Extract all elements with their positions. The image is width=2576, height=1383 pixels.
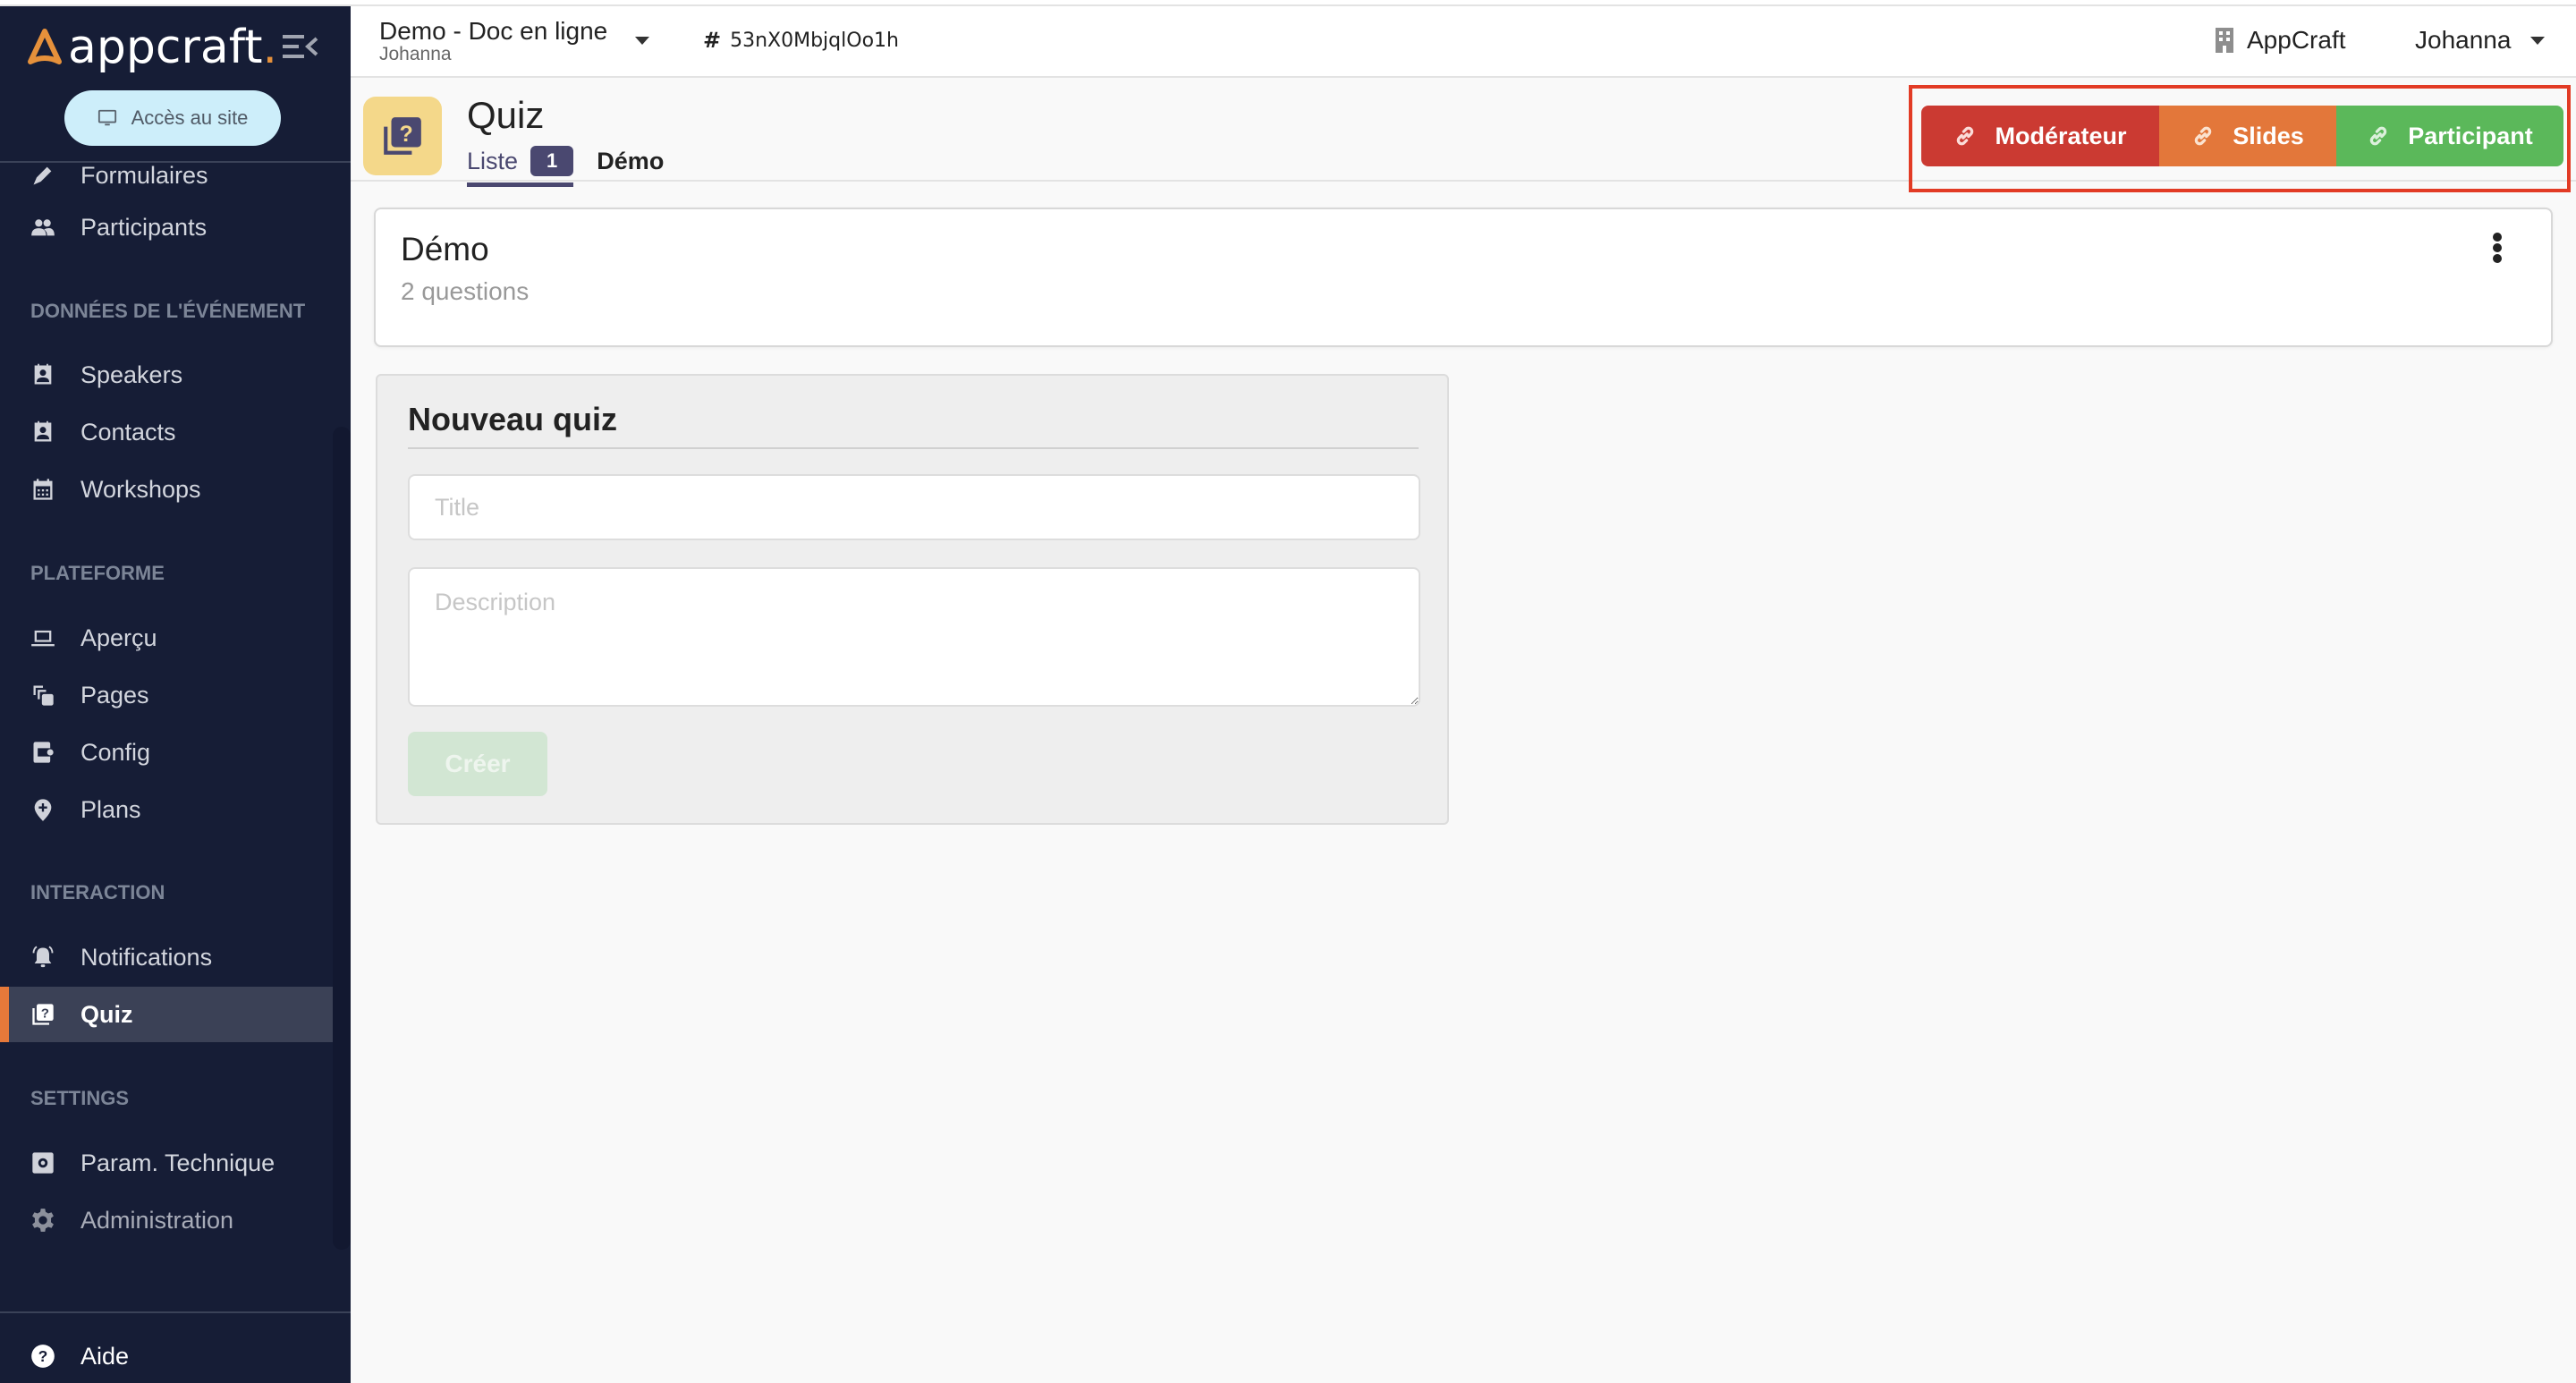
new-quiz-form: Nouveau quiz Créer [376,374,1449,825]
sidebar-scrollbar[interactable] [333,427,351,1250]
brand-logo[interactable]: appcraft. [27,21,277,74]
monitor-icon [97,109,116,126]
sidebar-item-plans[interactable]: Plans [0,782,333,837]
project-selector[interactable]: Demo - Doc en ligne Johanna [379,17,607,65]
contact-card-icon [30,362,55,387]
form-divider [408,447,1419,449]
moderator-link-button[interactable]: Modérateur [1921,106,2159,166]
organization-name: AppCraft [2247,26,2346,54]
sidebar-bottom-divider [0,1311,351,1313]
participant-link-button[interactable]: Participant [2336,106,2563,166]
page-tabs: Liste 1 Démo [467,142,664,187]
user-name: Johanna [2415,26,2512,54]
description-textarea[interactable] [408,567,1420,707]
page-title: Quiz [467,94,545,136]
quiz-title: Démo [401,231,489,267]
pages-icon [30,683,55,708]
more-options-icon[interactable] [2488,231,2506,267]
map-pin-plus-icon [30,797,55,822]
users-icon [30,215,55,240]
topbar: Demo - Doc en ligne Johanna # 53nX0Mbjql… [351,6,2576,78]
link-icon [1957,126,1974,146]
quiz-page-icon: ? [363,97,442,175]
quiz-list-item[interactable]: Démo 2 questions [374,208,2553,347]
collapse-sidebar-button[interactable] [283,33,318,60]
menu-collapse-icon [283,35,318,58]
sidebar-item-formulaires[interactable]: Formulaires [0,164,333,203]
svg-text:?: ? [38,1347,48,1365]
moderator-link-label: Modérateur [1995,122,2127,149]
project-user: Johanna [379,44,452,64]
svg-text:?: ? [41,1006,49,1022]
link-actions-group: Modérateur Slides Participant [1921,106,2563,166]
site-access-label: Accès au site [131,106,249,129]
project-dropdown-caret-icon[interactable] [635,37,649,45]
gear-icon [30,1208,55,1233]
sidebar-item-speakers[interactable]: Speakers [0,347,333,403]
organization-link[interactable]: AppCraft [2215,26,2346,55]
sidebar-item-administration[interactable]: Administration [0,1192,333,1248]
laptop-icon [30,625,55,650]
tab-liste-count-badge: 1 [530,146,574,176]
sidebar-item-param-technique[interactable]: Param. Technique [0,1135,333,1191]
link-icon [2195,126,2212,146]
slides-link-label: Slides [2233,122,2304,149]
section-title-platform: PLATEFORME [30,562,165,584]
appcraft-logo-icon [28,29,62,64]
quiz-icon: ? [30,1002,55,1027]
sidebar-item-workshops[interactable]: Workshops [0,462,333,517]
project-id-value: 53nX0MbjqlOo1h [730,29,899,52]
device-settings-icon [30,740,55,765]
contact-card-icon [30,420,55,445]
sidebar-divider [0,161,351,163]
calendar-icon [30,477,55,502]
user-dropdown-caret-icon [2530,36,2546,45]
slides-link-button[interactable]: Slides [2159,106,2336,166]
site-access-button[interactable]: Accès au site [64,90,281,146]
sidebar-item-notifications[interactable]: Notifications [0,929,333,985]
section-title-interaction: INTERACTION [30,881,165,904]
help-circle-icon: ? [31,1345,55,1368]
new-quiz-heading: Nouveau quiz [408,401,618,437]
title-input[interactable] [408,474,1420,540]
svg-text:?: ? [400,122,413,147]
sidebar-item-participants[interactable]: Participants [0,199,333,255]
section-title-event-data: DONNÉES DE L'ÉVÉNEMENT [30,300,306,322]
building-icon [2216,28,2233,53]
user-menu[interactable]: Johanna [2415,26,2546,55]
tab-liste[interactable]: Liste 1 [467,142,574,187]
brand-name: appcraft. [68,21,278,74]
sidebar-item-quiz[interactable]: ? Quiz [0,987,333,1042]
sidebar-item-config[interactable]: Config [0,725,333,780]
sidebar-item-contacts[interactable]: Contacts [0,404,333,460]
quiz-question-count: 2 questions [401,277,530,305]
browser-top-strip [0,0,2576,6]
pen-icon [30,164,55,188]
participant-link-label: Participant [2408,122,2533,149]
sidebar: appcraft. Accès au site Formulaires Part… [0,6,351,1383]
section-title-settings: SETTINGS [30,1087,130,1109]
link-icon [2370,126,2387,146]
project-name: Demo - Doc en ligne [379,17,608,45]
project-id: # 53nX0MbjqlOo1h [703,28,899,53]
settings-box-icon [30,1150,55,1175]
tab-demo[interactable]: Démo [597,142,664,180]
hash-icon: # [703,28,722,53]
sidebar-item-help[interactable]: ? Aide [0,1328,351,1383]
tab-demo-label: Démo [597,147,665,174]
create-quiz-button[interactable]: Créer [408,732,547,796]
bell-ring-icon [30,945,55,970]
sidebar-item-apercu[interactable]: Aperçu [0,610,333,666]
tab-liste-label: Liste [467,147,519,174]
sidebar-item-pages[interactable]: Pages [0,667,333,723]
